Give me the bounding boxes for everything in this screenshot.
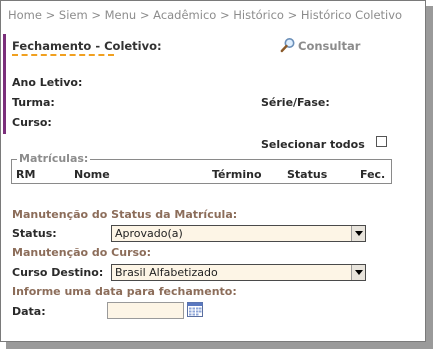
- turma-label: Turma:: [12, 96, 55, 109]
- status-select[interactable]: Aprovado(a): [111, 225, 366, 242]
- column-header-termino: Término: [212, 168, 262, 181]
- chevron-down-icon[interactable]: [351, 226, 365, 241]
- chevron-down-icon[interactable]: [351, 265, 365, 280]
- page-title: Fechamento - Coletivo:: [12, 39, 162, 53]
- column-header-fec: Fec.: [360, 168, 386, 181]
- column-header-status: Status: [287, 168, 328, 181]
- title-underline: [12, 54, 114, 56]
- calendar-icon[interactable]: [187, 302, 203, 317]
- window-shadow-right: [426, 6, 433, 349]
- data-label: Data:: [12, 305, 46, 318]
- data-input[interactable]: [107, 302, 184, 319]
- data-section-heading: Informe uma data para fechamento:: [12, 285, 237, 298]
- status-label: Status:: [12, 227, 57, 240]
- breadcrumb[interactable]: Home > Siem > Menu > Acadêmico > Históri…: [8, 8, 402, 22]
- curso-destino-select[interactable]: Brasil Alfabetizado: [111, 264, 366, 281]
- curso-label: Curso:: [12, 116, 52, 129]
- matriculas-legend: Matrículas:: [17, 152, 91, 165]
- status-select-value: Aprovado(a): [115, 227, 183, 240]
- column-header-rm: RM: [16, 168, 36, 181]
- selecionar-todos-checkbox[interactable]: [376, 136, 387, 147]
- curso-destino-label: Curso Destino:: [12, 266, 104, 279]
- serie-fase-label: Série/Fase:: [261, 96, 330, 109]
- consultar-label: Consultar: [298, 39, 361, 53]
- ano-letivo-label: Ano Letivo:: [12, 76, 83, 89]
- curso-section-heading: Manutenção do Curso:: [12, 246, 152, 259]
- accent-bar: [3, 34, 6, 134]
- selecionar-todos-label: Selecionar todos: [261, 138, 365, 151]
- curso-destino-select-value: Brasil Alfabetizado: [115, 266, 218, 279]
- column-header-nome: Nome: [74, 168, 110, 181]
- consultar-button[interactable]: Consultar: [280, 37, 360, 53]
- magnifier-icon: [280, 38, 295, 53]
- status-section-heading: Manutenção do Status da Matrícula:: [12, 208, 238, 221]
- window-shadow-bottom: [6, 342, 433, 349]
